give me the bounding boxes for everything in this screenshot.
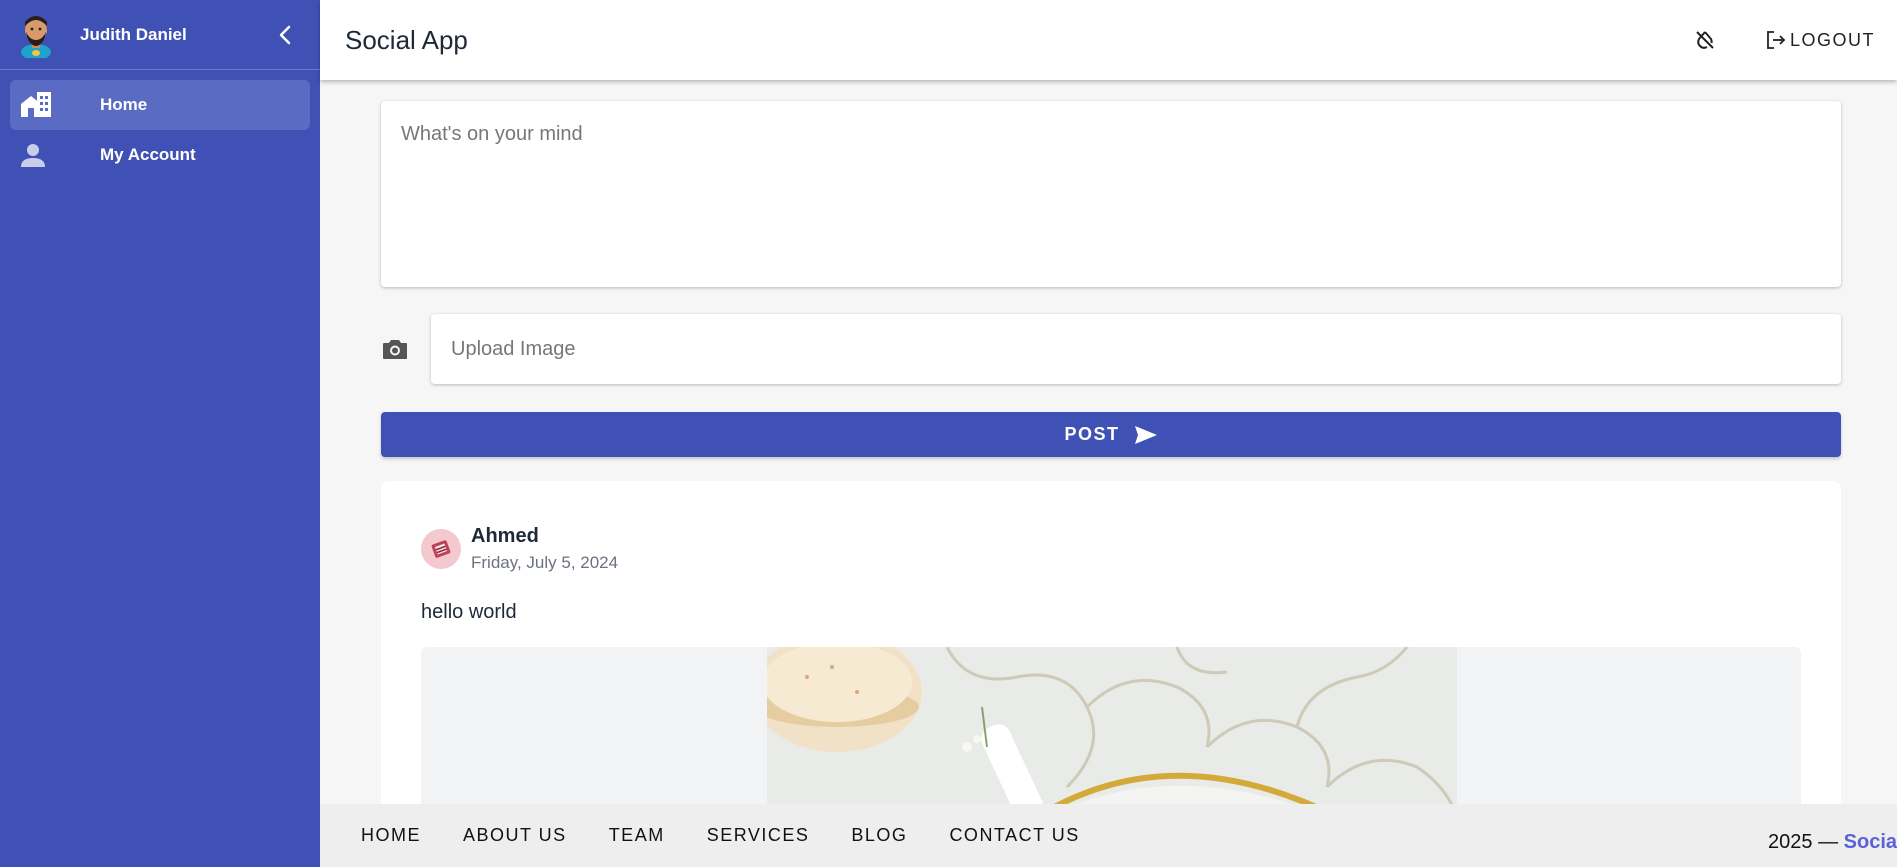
sidebar-header: Judith Daniel — [0, 0, 320, 70]
sidebar: Judith Daniel Home My Account — [0, 0, 320, 867]
post-meta: Ahmed Friday, July 5, 2024 — [471, 525, 618, 573]
footer-nav: HOME ABOUT US TEAM SERVICES BLOG CONTACT… — [361, 825, 1897, 846]
upload-image-placeholder: Upload Image — [451, 337, 576, 360]
send-icon — [1134, 425, 1157, 444]
footer-link-services[interactable]: SERVICES — [707, 825, 810, 846]
sidebar-item-my-account[interactable]: My Account — [10, 130, 310, 180]
copyright: 2025 — Socia — [1768, 831, 1897, 854]
theme-toggle-button[interactable] — [1685, 20, 1725, 60]
top-app-bar: Social App LOGOUT — [320, 0, 1897, 80]
post-header: Ahmed Friday, July 5, 2024 — [421, 525, 618, 573]
copyright-year: 2025 — — [1768, 831, 1839, 853]
post-date: Friday, July 5, 2024 — [471, 553, 619, 572]
invert-colors-off-icon — [1696, 31, 1714, 49]
post-composer — [381, 101, 1841, 287]
logout-icon — [1767, 31, 1786, 49]
footer-link-contact-us[interactable]: CONTACT US — [949, 825, 1079, 846]
logout-button[interactable]: LOGOUT — [1765, 29, 1875, 51]
copyright-brand[interactable]: Socia — [1844, 831, 1897, 853]
post-image[interactable] — [767, 647, 1457, 804]
post-text-input[interactable] — [381, 101, 1841, 287]
home-icon — [20, 90, 80, 120]
post-button-label: POST — [1064, 424, 1120, 444]
sidebar-item-label: Home — [100, 95, 148, 114]
footer-link-team[interactable]: TEAM — [609, 825, 665, 846]
post-author[interactable]: Ahmed — [471, 525, 618, 548]
chevron-left-icon — [279, 25, 291, 45]
upload-image-field[interactable]: Upload Image — [431, 314, 1841, 384]
user-avatar[interactable] — [18, 12, 54, 58]
camera-icon[interactable] — [381, 335, 409, 363]
post-card: Ahmed Friday, July 5, 2024 hello world — [381, 481, 1841, 804]
footer-link-about-us[interactable]: ABOUT US — [463, 825, 567, 846]
app-title: Social App — [345, 24, 468, 55]
footer-link-home[interactable]: HOME — [361, 825, 421, 846]
footer-link-blog[interactable]: BLOG — [851, 825, 907, 846]
sidebar-item-label: My Account — [100, 145, 196, 164]
main-content: Upload Image POST Ahmed Friday, July 5, … — [320, 80, 1897, 804]
sidebar-item-home[interactable]: Home — [10, 80, 310, 130]
footer: HOME ABOUT US TEAM SERVICES BLOG CONTACT… — [320, 804, 1897, 867]
upload-row: Upload Image — [381, 314, 1841, 384]
post-media — [421, 647, 1801, 804]
post-button[interactable]: POST — [381, 412, 1841, 457]
post-text: hello world — [421, 601, 517, 623]
person-icon — [20, 140, 80, 170]
collapse-sidebar-button[interactable] — [270, 20, 300, 50]
logout-label: LOGOUT — [1789, 29, 1875, 50]
post-author-avatar[interactable] — [421, 529, 461, 569]
sidebar-nav: Home My Account — [0, 70, 320, 190]
sidebar-user-name: Judith Daniel — [80, 24, 187, 44]
